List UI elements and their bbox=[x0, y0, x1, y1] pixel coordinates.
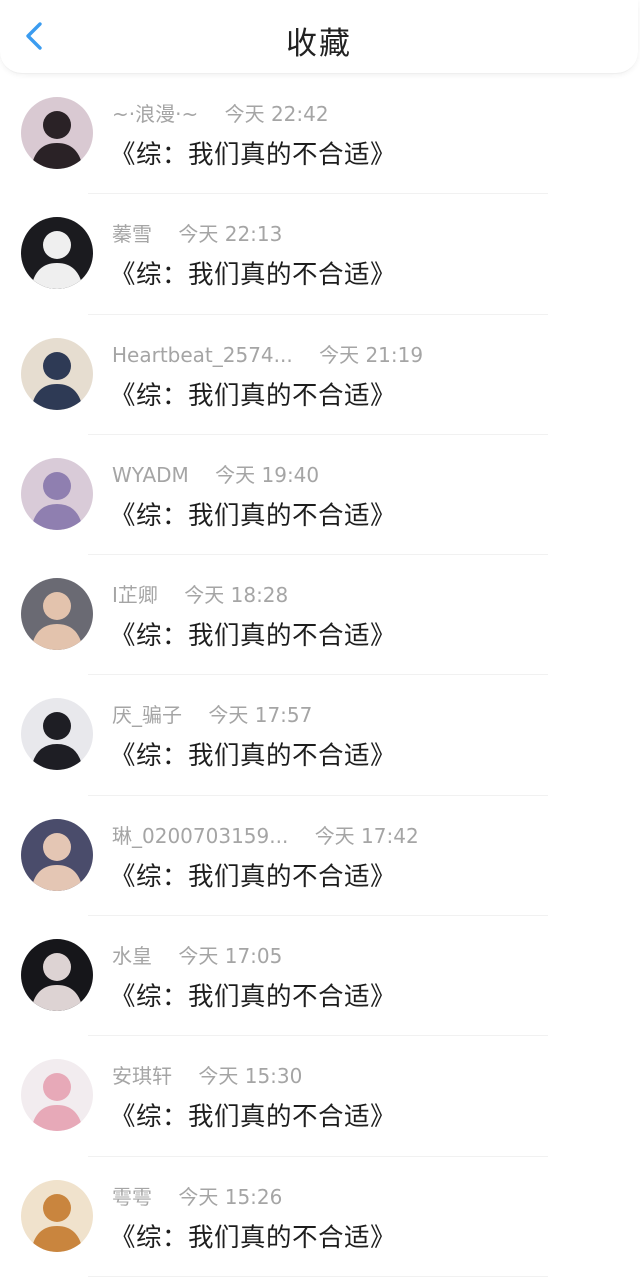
timestamp: 今天 18:28 bbox=[184, 583, 289, 608]
avatar[interactable] bbox=[21, 337, 93, 410]
avatar[interactable] bbox=[21, 1179, 93, 1252]
list-item[interactable]: 蓁雪 今天 22:13 《综：我们真的不合适》 bbox=[0, 194, 640, 315]
avatar[interactable] bbox=[21, 939, 93, 1012]
timestamp: 今天 21:19 bbox=[319, 342, 424, 367]
item-meta: Heartbeat_2574... 今天 21:19 bbox=[112, 339, 423, 367]
message-text: 《综：我们真的不合适》 bbox=[110, 1222, 397, 1253]
timestamp: 今天 22:13 bbox=[178, 222, 283, 247]
list-item[interactable]: I芷卿 今天 18:28 《综：我们真的不合适》 bbox=[0, 555, 640, 676]
timestamp: 今天 22:42 bbox=[224, 102, 329, 126]
username[interactable]: 安琪轩 bbox=[112, 1064, 172, 1088]
username[interactable]: ~·浪漫·~ bbox=[112, 102, 198, 126]
avatar-image bbox=[21, 698, 93, 771]
item-meta: I芷卿 今天 18:28 bbox=[112, 579, 288, 607]
item-meta: WYADM 今天 19:40 bbox=[112, 459, 319, 487]
message-text: 《综：我们真的不合适》 bbox=[110, 1102, 397, 1133]
message-text: 《综：我们真的不合适》 bbox=[110, 380, 397, 411]
item-meta: 琳_0200703159... 今天 17:42 bbox=[112, 820, 419, 848]
message-text: 《综：我们真的不合适》 bbox=[110, 140, 397, 170]
item-meta: 雩雩 今天 15:26 bbox=[112, 1181, 282, 1209]
item-meta: 安琪轩 今天 15:30 bbox=[112, 1060, 302, 1088]
list-item[interactable]: 琳_0200703159... 今天 17:42 《综：我们真的不合适》 bbox=[0, 796, 640, 917]
item-meta: 厌_骗子 今天 17:57 bbox=[112, 699, 312, 727]
avatar-image bbox=[21, 457, 93, 530]
list-item[interactable]: WYADM 今天 19:40 《综：我们真的不合适》 bbox=[0, 435, 640, 556]
avatar-image bbox=[21, 939, 93, 1012]
item-meta: 水皇 今天 17:05 bbox=[112, 940, 282, 968]
list-item[interactable]: 雩雩 今天 15:26 《综：我们真的不合适》 bbox=[0, 1157, 640, 1277]
item-meta: 蓁雪 今天 22:13 bbox=[112, 218, 282, 246]
message-text: 《综：我们真的不合适》 bbox=[110, 621, 397, 652]
list-item[interactable]: ~·浪漫·~ 今天 22:42 《综：我们真的不合适》 bbox=[0, 74, 640, 195]
list-item[interactable]: 安琪轩 今天 15:30 《综：我们真的不合适》 bbox=[0, 1036, 640, 1157]
avatar-image bbox=[21, 818, 93, 891]
avatar[interactable] bbox=[21, 698, 93, 771]
message-text: 《综：我们真的不合适》 bbox=[110, 741, 397, 772]
username[interactable]: Heartbeat_2574... bbox=[112, 343, 293, 367]
timestamp: 今天 15:30 bbox=[198, 1064, 303, 1089]
avatar[interactable] bbox=[21, 457, 93, 530]
favorites-list: ~·浪漫·~ 今天 22:42 《综：我们真的不合适》 蓁雪 今天 22:13 … bbox=[0, 74, 640, 1277]
username[interactable]: 琳_0200703159... bbox=[112, 824, 288, 848]
avatar[interactable] bbox=[21, 217, 93, 290]
timestamp: 今天 15:26 bbox=[178, 1184, 283, 1209]
list-item[interactable]: 厌_骗子 今天 17:57 《综：我们真的不合适》 bbox=[0, 675, 640, 796]
avatar-image bbox=[21, 97, 93, 169]
avatar[interactable] bbox=[21, 818, 93, 891]
list-item[interactable]: Heartbeat_2574... 今天 21:19 《综：我们真的不合适》 bbox=[0, 315, 640, 435]
username[interactable]: 水皇 bbox=[112, 944, 152, 968]
avatar-image bbox=[21, 337, 93, 410]
avatar[interactable] bbox=[21, 1059, 93, 1132]
timestamp: 今天 19:40 bbox=[215, 462, 320, 487]
username[interactable]: 雩雩 bbox=[112, 1185, 152, 1209]
username[interactable]: WYADM bbox=[112, 463, 189, 487]
item-meta: ~·浪漫·~ 今天 22:42 bbox=[112, 98, 329, 126]
list-item[interactable]: 水皇 今天 17:05 《综：我们真的不合适》 bbox=[0, 916, 640, 1037]
timestamp: 今天 17:57 bbox=[208, 703, 313, 728]
top-navigation-bar: 收藏 bbox=[0, 0, 638, 74]
page-title: 收藏 bbox=[286, 26, 352, 62]
message-text: 《综：我们真的不合适》 bbox=[110, 982, 397, 1013]
message-text: 《综：我们真的不合适》 bbox=[110, 500, 397, 531]
message-text: 《综：我们真的不合适》 bbox=[110, 861, 397, 892]
username[interactable]: 蓁雪 bbox=[112, 222, 152, 246]
avatar-image bbox=[21, 1179, 93, 1252]
avatar-image bbox=[21, 578, 93, 651]
avatar[interactable] bbox=[21, 97, 93, 169]
username[interactable]: 厌_骗子 bbox=[112, 703, 182, 727]
username[interactable]: I芷卿 bbox=[112, 583, 158, 607]
avatar[interactable] bbox=[21, 578, 93, 651]
timestamp: 今天 17:42 bbox=[314, 823, 419, 848]
avatar-image bbox=[21, 217, 93, 290]
message-text: 《综：我们真的不合适》 bbox=[110, 260, 397, 291]
avatar-image bbox=[21, 1059, 93, 1132]
timestamp: 今天 17:05 bbox=[178, 944, 283, 969]
